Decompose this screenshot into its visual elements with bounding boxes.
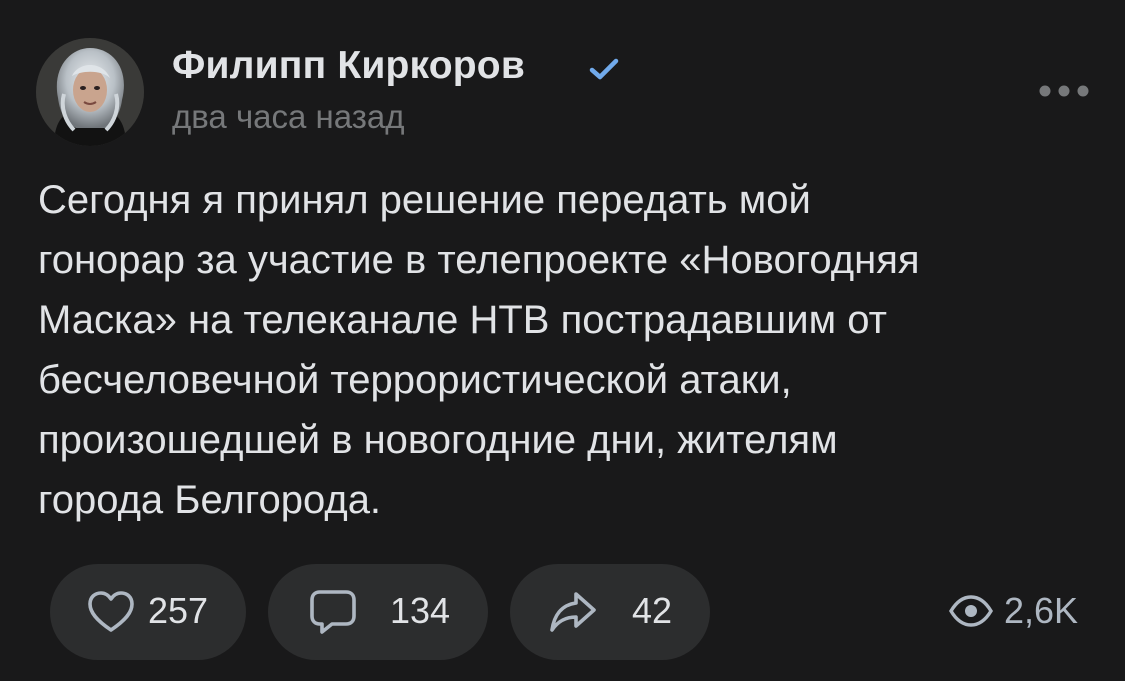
like-button[interactable]: 257 (50, 564, 246, 660)
comment-count: 134 (390, 590, 451, 631)
heart-icon (88, 591, 134, 632)
post-timestamp[interactable]: два часа назад (172, 98, 404, 136)
post-text: Сегодня я принял решение передать мой го… (38, 170, 1098, 530)
post-text-line: произошедшей в новогодние дни, жителям (38, 418, 838, 462)
verified-check-icon (589, 58, 619, 80)
share-button[interactable]: 42 (510, 564, 710, 660)
post-card: Филипп Киркоров два часа назад Сегодня я… (0, 0, 1125, 681)
post-text-line: гонорар за участие в телепроекте «Нового… (38, 238, 920, 282)
author-name[interactable]: Филипп Киркоров (172, 44, 525, 88)
avatar-image (36, 38, 144, 146)
like-count: 257 (148, 590, 209, 631)
comment-icon (310, 590, 356, 634)
post-text-line: Сегодня я принял решение передать мой (38, 178, 811, 222)
post-text-line: города Белгорода. (38, 478, 382, 522)
eye-icon (949, 595, 993, 627)
share-icon (550, 592, 596, 632)
post-text-line: Маска» на телеканале НТВ пострадавшим от (38, 298, 887, 342)
author-avatar[interactable] (36, 38, 144, 146)
post-text-line: бесчеловечной террористической атаки, (38, 358, 792, 402)
views-count: 2,6K (1004, 590, 1079, 631)
share-count: 42 (632, 590, 673, 631)
comment-button[interactable]: 134 (268, 564, 488, 660)
more-dots-icon[interactable] (1036, 78, 1092, 104)
